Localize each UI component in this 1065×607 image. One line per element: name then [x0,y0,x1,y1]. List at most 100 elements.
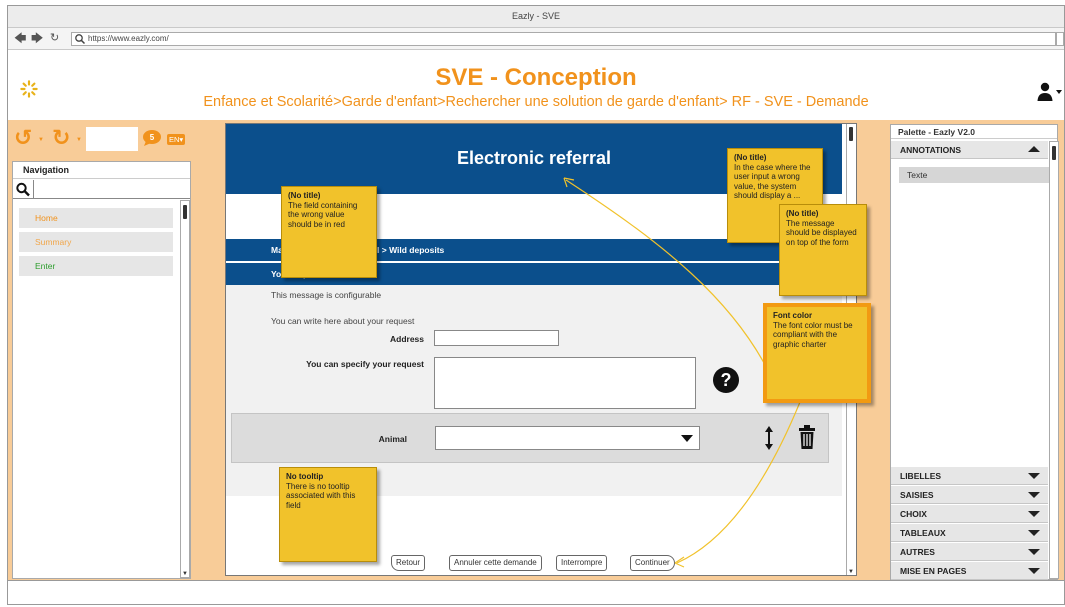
browser-toolbar: 🡄 🡆 ↻ https://www.eazly.com/ [8,28,1064,50]
interrupt-button[interactable]: Interrompre [556,555,608,571]
animal-select[interactable] [435,426,700,450]
navigation-scrollbar[interactable]: ▼ [180,200,190,578]
nav-item-enter[interactable]: Enter [19,256,173,276]
left-panel: ↺ ▼ ↻ ▼ 5 EN▾ Navigation Home Summary En… [12,123,191,579]
sticky-note-selected[interactable]: Font color The font color must be compli… [763,303,871,403]
palette-section-label: MISE EN PAGES [900,566,967,576]
palette-section-mise-en-pages[interactable]: MISE EN PAGES [891,562,1048,580]
note-text: In the case where the user input a wrong… [734,162,811,201]
palette-section-libelles[interactable]: LIBELLES [891,467,1048,485]
back-icon[interactable]: 🡄 [14,32,26,45]
status-bar [8,580,1064,604]
palette-section-label: AUTRES [900,547,935,557]
palette-section-label: TABLEAUX [900,528,946,538]
edit-toolbar: ↺ ▼ ↻ ▼ 5 EN▾ [12,123,191,155]
note-text: The field containing the wrong value sho… [288,200,358,229]
chevron-down-icon [1028,511,1040,517]
comments-icon[interactable]: 5 [142,129,162,147]
chevron-down-icon [1028,568,1040,574]
chevron-down-icon [681,435,693,442]
chevron-down-icon [1028,530,1040,536]
palette-panel: Palette - Eazly V2.0 ANNOTATIONS Texte L… [890,124,1059,580]
navigation-title: Navigation [13,162,190,179]
address-label: Address [389,334,424,344]
chevron-up-icon [1028,146,1040,152]
palette-item-label: Texte [907,170,928,180]
window-title: Eazly - SVE [511,11,560,21]
navigation-search [13,180,190,199]
forward-icon[interactable]: 🡆 [31,32,43,45]
sticky-note[interactable]: (No title) The field containing the wron… [281,186,377,278]
sticky-note[interactable]: No tooltip There is no tooltip associate… [279,467,377,562]
nav-item-label: Enter [35,261,56,271]
breadcrumb: Enfance et Scolarité>Garde d'enfant>Rech… [203,94,869,110]
scroll-down-icon[interactable]: ▼ [182,571,188,577]
note-title: No tooltip [286,472,324,481]
resize-vertical-icon[interactable] [764,425,774,451]
scrollbar-thumb[interactable] [1052,146,1056,160]
palette-section-annotations[interactable]: ANNOTATIONS [891,141,1048,159]
palette-section-label: SAISIES [900,490,934,500]
request-label: You can specify your request [306,359,424,369]
toolbar-blank [86,127,138,151]
scrollbar-thumb[interactable] [183,205,187,219]
note-text: The message should be displayed on top o… [786,218,857,247]
intro-message: This message is configurable [271,290,382,300]
palette-scrollbar[interactable] [1049,141,1059,579]
note-text: The font color must be compliant with th… [773,320,853,349]
sticky-note[interactable]: (No title) The message should be display… [779,204,867,296]
page-title: SVE - Conception [435,64,637,91]
language-label: EN [169,135,180,144]
back-button[interactable]: Retour [391,555,426,571]
language-selector[interactable]: EN▾ [167,134,186,145]
palette-section-saisies[interactable]: SAISIES [891,486,1048,504]
trash-icon[interactable] [798,425,816,449]
user-menu-icon[interactable] [1036,82,1062,102]
help-icon[interactable]: ? [712,366,740,394]
animal-label: Animal [378,434,407,444]
nav-item-label: Home [35,213,58,223]
palette-section-choix[interactable]: CHOIX [891,505,1048,523]
note-title: (No title) [734,153,767,162]
palette-section-label: CHOIX [900,509,927,519]
undo-dropdown-icon[interactable]: ▼ [38,137,44,143]
continue-button[interactable]: Continuer [630,555,675,571]
chevron-down-icon [1028,473,1040,479]
navigation-panel: Navigation Home Summary Enter ▼ [12,161,191,579]
palette-section-label: LIBELLES [900,471,942,481]
nav-item-summary[interactable]: Summary [19,232,173,252]
note-title: (No title) [786,209,819,218]
chevron-down-icon [1028,549,1040,555]
note-title: (No title) [288,191,321,200]
url-text: https://www.eazly.com/ [88,34,169,43]
address-input[interactable] [434,330,559,346]
address-bar[interactable]: https://www.eazly.com/ [71,32,1056,46]
animal-row: Animal [231,413,829,463]
palette-item-texte[interactable]: Texte [899,167,1049,183]
cancel-request-button[interactable]: Annuler cette demande [449,555,542,571]
palette-section-tableaux[interactable]: TABLEAUX [891,524,1048,542]
notification-count: 5 [150,133,155,142]
reload-icon[interactable]: ↻ [50,32,59,45]
workspace: ↺ ▼ ↻ ▼ 5 EN▾ Navigation Home Summary En… [8,120,1064,580]
scroll-down-icon[interactable]: ▼ [848,569,854,575]
navigation-search-input[interactable] [33,180,190,198]
chevron-down-icon [1028,492,1040,498]
svg-text:?: ? [721,370,732,390]
redo-dropdown-icon[interactable]: ▼ [76,137,82,143]
browser-menu-icon[interactable] [1056,32,1064,46]
nav-item-home[interactable]: Home [19,208,173,228]
note-title: Font color [773,311,813,320]
window-titlebar: Eazly - SVE [8,6,1064,28]
search-icon[interactable] [15,182,31,197]
nav-item-label: Summary [35,237,72,247]
request-textarea[interactable] [434,357,696,409]
palette-section-autres[interactable]: AUTRES [891,543,1048,561]
url-search-icon [75,34,86,45]
intro-hint: You can write here about your request [271,316,415,326]
redo-icon[interactable]: ↻ [52,126,70,150]
scrollbar-thumb[interactable] [849,127,853,141]
undo-icon[interactable]: ↺ [14,126,32,150]
note-text: There is no tooltip associated with this… [286,481,356,510]
form-breadcrumb-tail: ful > Wild deposits [369,245,445,255]
